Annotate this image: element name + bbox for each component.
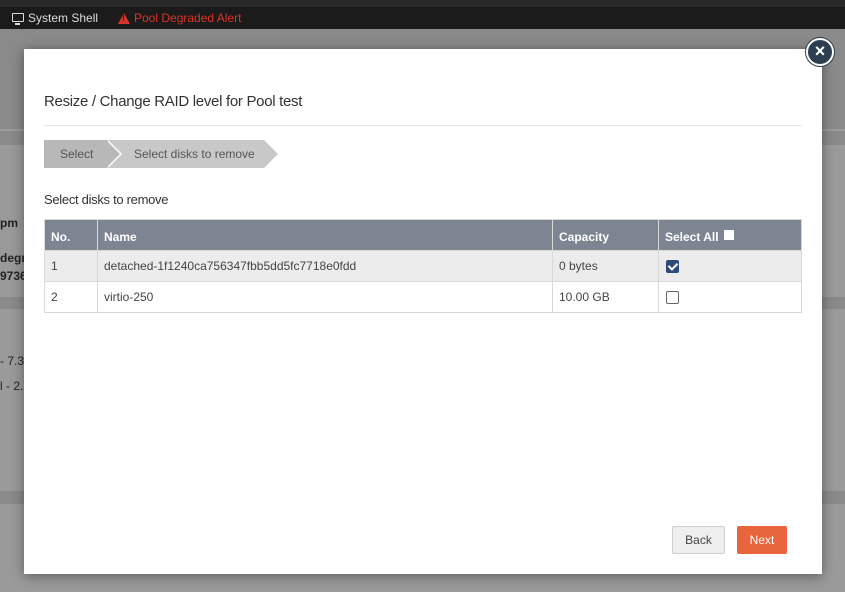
top-bar: System Shell Pool Degraded Alert	[0, 0, 845, 29]
row-name: virtio-250	[97, 281, 553, 313]
background-text: pm	[0, 216, 18, 230]
row-select-cell	[658, 281, 802, 313]
select-all-checkbox[interactable]	[723, 230, 734, 240]
row-no: 1	[44, 250, 98, 282]
row-select-cell	[658, 250, 802, 282]
wizard-step-select-disks: Select disks to remove	[106, 140, 278, 168]
next-button[interactable]: Next	[737, 526, 787, 554]
title-divider	[44, 125, 802, 126]
section-label: Select disks to remove	[44, 192, 169, 207]
system-shell-link[interactable]: System Shell	[12, 11, 98, 25]
resize-pool-modal: Resize / Change RAID level for Pool test…	[24, 49, 822, 574]
table-row: 1 detached-1f1240ca756347fbb5dd5fc7718e0…	[44, 250, 802, 282]
background-text: l - 2.	[0, 379, 24, 393]
row-name: detached-1f1240ca756347fbb5dd5fc7718e0fd…	[97, 250, 553, 282]
column-header-select-all: Select All	[658, 219, 802, 251]
monitor-icon	[12, 12, 24, 25]
wizard-step-select: Select	[44, 140, 122, 168]
row-select-checkbox[interactable]	[666, 291, 679, 305]
pool-degraded-alert-label: Pool Degraded Alert	[134, 11, 242, 25]
select-all-label: Select All	[665, 230, 719, 244]
modal-title: Resize / Change RAID level for Pool test	[44, 93, 303, 110]
system-shell-label: System Shell	[28, 11, 99, 25]
disks-table: No. Name Capacity Select All 1 detached-…	[44, 219, 802, 313]
column-header-name: Name	[97, 219, 553, 251]
row-capacity: 10.00 GB	[552, 281, 659, 313]
column-header-no: No.	[44, 219, 98, 251]
background-text: - 7.3	[0, 354, 25, 368]
close-button[interactable]: ×	[806, 38, 834, 66]
table-header-row: No. Name Capacity Select All	[44, 219, 802, 251]
row-no: 2	[44, 281, 98, 313]
table-row: 2 virtio-250 10.00 GB	[44, 281, 802, 313]
back-button[interactable]: Back	[672, 526, 725, 554]
row-select-checkbox[interactable]	[666, 260, 679, 274]
warning-icon	[118, 12, 130, 24]
column-header-capacity: Capacity	[552, 219, 659, 251]
background-text: 9736	[0, 269, 27, 283]
row-capacity: 0 bytes	[552, 250, 659, 282]
pool-degraded-alert-link[interactable]: Pool Degraded Alert	[118, 11, 241, 25]
